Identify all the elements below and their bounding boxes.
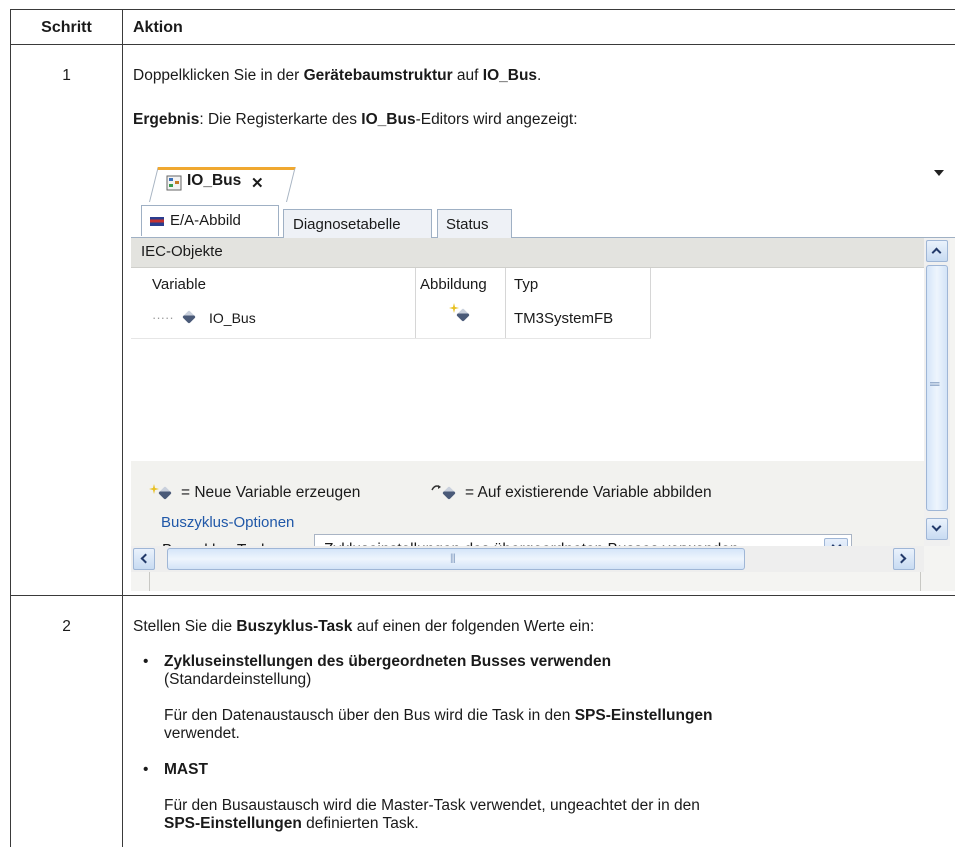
- horizontal-scroll-thumb[interactable]: |||: [167, 548, 745, 570]
- document-tab-label: IO_Bus: [187, 172, 242, 189]
- tree-connector: ·····: [152, 310, 174, 325]
- map-existing-icon: [431, 485, 441, 491]
- tab-diagnostic-table[interactable]: Diagnosetabelle: [283, 209, 432, 239]
- variable-name[interactable]: IO_Bus: [209, 310, 256, 326]
- close-tab-icon[interactable]: ✕: [251, 174, 264, 192]
- scroll-right-icon[interactable]: [893, 548, 915, 570]
- col-separator: [505, 268, 506, 338]
- column-divider: [122, 9, 123, 847]
- iec-objects-table: Variable Abbildung Typ ····· IO_Bus TM3S…: [131, 268, 924, 461]
- editor-subtabs: E/A-Abbild Diagnosetabelle Status: [131, 202, 955, 239]
- step-number-2: 2: [62, 618, 71, 635]
- header-action: Aktion: [133, 19, 183, 36]
- col-type: Typ: [514, 276, 539, 293]
- option-1-note: (Standardeinstellung): [164, 671, 312, 688]
- device-tree-icon: [166, 175, 182, 191]
- col-mapping: Abbildung: [420, 276, 487, 293]
- variable-type: TM3SystemFB: [514, 310, 614, 327]
- col-separator: [650, 268, 651, 338]
- variable-cube-icon: [182, 308, 196, 325]
- table-border-top: [10, 9, 955, 10]
- header-step: Schritt: [41, 19, 92, 36]
- horizontal-scrollbar[interactable]: |||: [131, 546, 924, 572]
- tab-status[interactable]: Status: [437, 209, 512, 239]
- table-border-left: [10, 9, 11, 847]
- row-divider: [10, 595, 955, 596]
- step-number-1: 1: [62, 67, 71, 84]
- step2-instruction: Stellen Sie die Buszyklus-Task auf einen…: [133, 618, 595, 635]
- scroll-left-icon[interactable]: [133, 548, 155, 570]
- iec-objects-header: IEC-Objekte: [131, 238, 924, 268]
- col-separator: [415, 268, 416, 338]
- new-variable-mapping-icon[interactable]: [449, 303, 470, 323]
- document-tab-strip: IO_Bus ✕: [131, 155, 955, 202]
- option-1-desc-end: verwendet.: [164, 725, 240, 742]
- step1-result: Ergebnis: Die Registerkarte des IO_Bus-E…: [133, 111, 578, 128]
- col-variable: Variable: [152, 276, 206, 293]
- header-divider: [10, 44, 955, 45]
- bullet-2: •: [143, 761, 149, 778]
- scroll-down-icon[interactable]: [926, 518, 948, 540]
- io-bus-editor-screenshot: IO_Bus ✕ E/A-Abbild Diagnosetabelle Stat…: [131, 155, 955, 591]
- tab-io-mapping[interactable]: E/A-Abbild: [141, 205, 279, 236]
- option-1-title: Zykluseinstellungen des übergeordneten B…: [164, 653, 612, 670]
- row-separator: [131, 338, 651, 339]
- option-2-desc-end: SPS-Einstellungen definierten Task.: [164, 815, 419, 832]
- io-mapping-icon: [150, 216, 164, 226]
- vertical-scrollbar[interactable]: |||: [924, 238, 950, 546]
- bullet-1: •: [143, 653, 149, 670]
- bus-cycle-options-title: Buszyklus-Optionen: [157, 514, 299, 531]
- legend-new-variable: = Neue Variable erzeugen: [149, 484, 360, 502]
- option-2-desc: Für den Busaustausch wird die Master-Tas…: [164, 797, 700, 814]
- scroll-up-icon[interactable]: [926, 240, 948, 262]
- option-1-desc: Für den Datenaustausch über den Bus wird…: [164, 707, 713, 724]
- io-mapping-panel: IEC-Objekte Variable Abbildung Typ ·····…: [131, 238, 924, 591]
- step1-instruction: Doppelklicken Sie in der Gerätebaumstruk…: [133, 67, 542, 84]
- tab-list-dropdown-icon[interactable]: [934, 170, 944, 176]
- option-2-title: MAST: [164, 761, 208, 778]
- vertical-scroll-thumb[interactable]: |||: [926, 265, 948, 511]
- legend-map-existing: = Auf existierende Variable abbilden: [431, 484, 712, 502]
